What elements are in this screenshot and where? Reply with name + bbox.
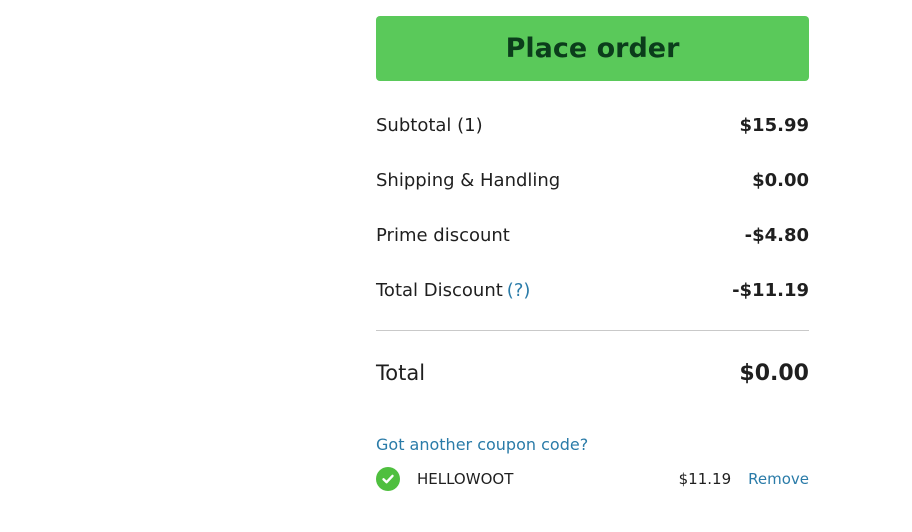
subtotal-value: $15.99 <box>739 115 809 136</box>
total-discount-label-text: Total Discount <box>376 280 503 301</box>
applied-coupon: HELLOWOOT $11.19 Remove <box>376 466 809 492</box>
order-summary: Place order Subtotal (1) $15.99 Shipping… <box>376 16 809 492</box>
shipping-label: Shipping & Handling <box>376 170 561 191</box>
subtotal-row: Subtotal (1) $15.99 <box>376 98 809 153</box>
total-row: Total $0.00 <box>376 331 809 415</box>
total-discount-row: Total Discount (?) -$11.19 <box>376 263 809 318</box>
another-coupon-link[interactable]: Got another coupon code? <box>376 435 588 454</box>
shipping-value: $0.00 <box>752 170 809 191</box>
shipping-row: Shipping & Handling $0.00 <box>376 153 809 208</box>
remove-coupon-link[interactable]: Remove <box>748 470 809 488</box>
prime-discount-label: Prime discount <box>376 225 510 246</box>
total-discount-label: Total Discount (?) <box>376 280 530 301</box>
checkmark-glyph <box>382 474 394 484</box>
total-label: Total <box>376 361 426 385</box>
summary-rows: Subtotal (1) $15.99 Shipping & Handling … <box>376 98 809 318</box>
coupon-code: HELLOWOOT <box>417 470 514 488</box>
total-discount-help-link[interactable]: (?) <box>507 280 531 301</box>
place-order-button[interactable]: Place order <box>376 16 809 81</box>
prime-discount-value: -$4.80 <box>744 225 809 246</box>
total-value: $0.00 <box>739 360 809 386</box>
total-discount-value: -$11.19 <box>732 280 809 301</box>
prime-discount-row: Prime discount -$4.80 <box>376 208 809 263</box>
check-circle-icon <box>376 467 400 491</box>
coupon-amount: $11.19 <box>678 470 732 488</box>
subtotal-label: Subtotal (1) <box>376 115 483 136</box>
